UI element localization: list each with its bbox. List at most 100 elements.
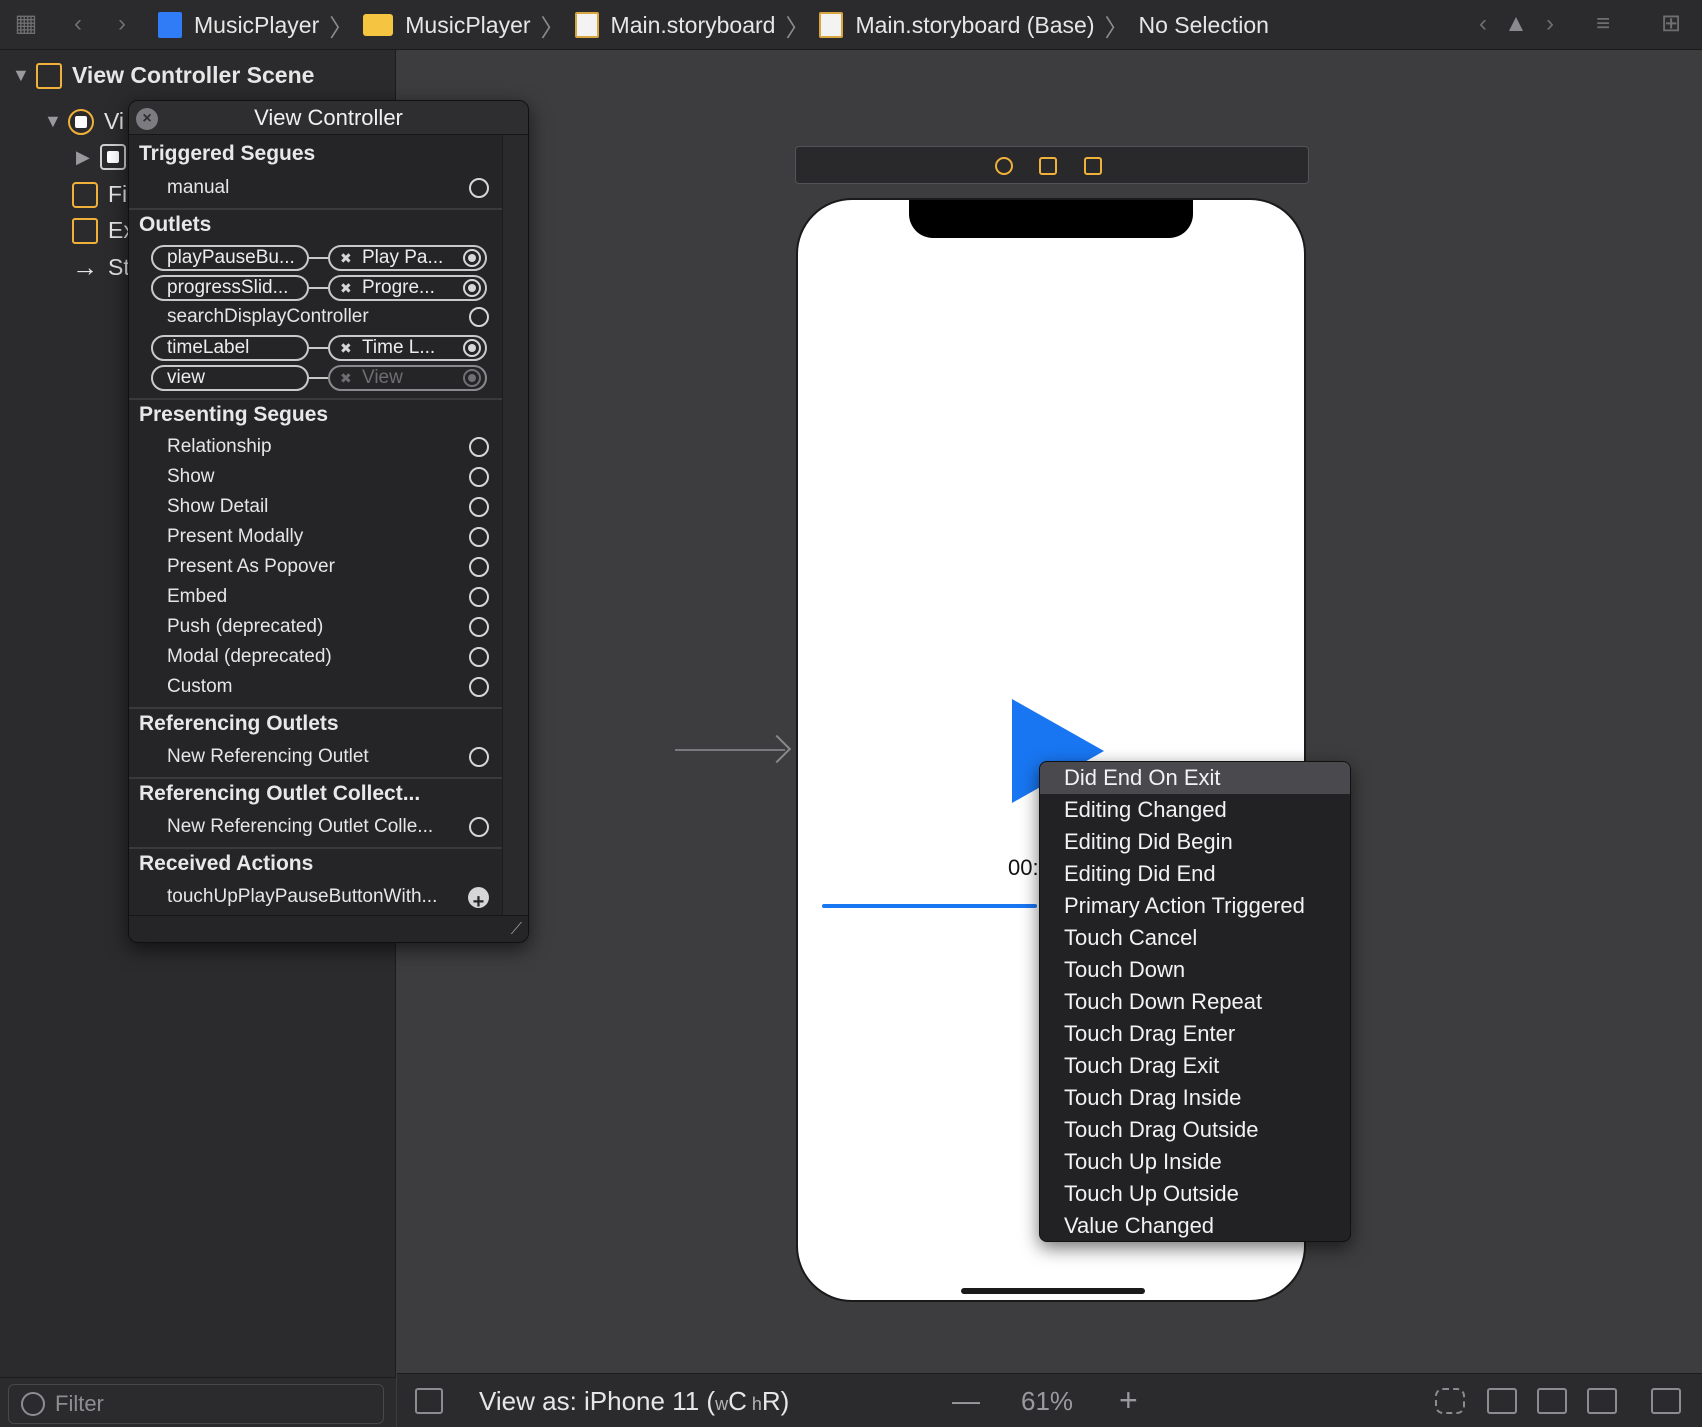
- outline-entry-point-row[interactable]: → St: [72, 252, 130, 283]
- view-as-device-button[interactable]: View as: iPhone 11 (wC hR): [479, 1386, 789, 1417]
- breadcrumb-item-storyboard[interactable]: Main.storyboard: [574, 12, 775, 39]
- outline-view-controller-row[interactable]: ▼ Vi: [44, 108, 124, 135]
- outline-scene-row[interactable]: ▼ View Controller Scene: [12, 62, 314, 89]
- toggle-outline-icon[interactable]: [415, 1388, 443, 1414]
- disconnect-x-icon[interactable]: ✖: [340, 277, 352, 299]
- disconnect-x-icon[interactable]: ✖: [340, 337, 352, 359]
- connection-circle-icon[interactable]: [469, 557, 489, 577]
- connected-circle-icon[interactable]: [463, 249, 481, 267]
- segue-row-push[interactable]: Push (deprecated): [167, 612, 497, 642]
- segue-row-show[interactable]: Show: [167, 462, 497, 492]
- first-responder-icon[interactable]: [1039, 157, 1057, 175]
- segue-row-relationship[interactable]: Relationship: [167, 432, 497, 462]
- resize-grip-icon[interactable]: ⟋: [504, 921, 522, 939]
- event-menu-item[interactable]: Touch Drag Outside: [1040, 1114, 1350, 1146]
- new-referencing-outlet-row[interactable]: New Referencing Outlet: [167, 742, 497, 772]
- connection-circle-icon[interactable]: [469, 307, 489, 327]
- zoom-level[interactable]: 61%: [1021, 1386, 1073, 1417]
- related-items-grid-icon[interactable]: ▦: [12, 10, 40, 38]
- outlet-source-pill[interactable]: progressSlid...: [151, 275, 309, 301]
- connection-circle-icon[interactable]: [469, 817, 489, 837]
- connection-circle-icon[interactable]: [469, 497, 489, 517]
- event-menu-item[interactable]: Primary Action Triggered: [1040, 890, 1350, 922]
- add-editor-icon[interactable]: ⊞: [1655, 10, 1687, 38]
- segue-row-show-detail[interactable]: Show Detail: [167, 492, 497, 522]
- breadcrumb-item-storyboard-base[interactable]: Main.storyboard (Base): [819, 12, 1095, 39]
- connection-circle-icon[interactable]: [469, 747, 489, 767]
- previous-issue-chevron-icon[interactable]: ‹: [1472, 10, 1494, 38]
- scene-dock[interactable]: [795, 146, 1309, 184]
- connection-circle-icon[interactable]: [469, 178, 489, 198]
- event-menu-item[interactable]: Value Changed: [1040, 1210, 1350, 1241]
- connection-circle-icon[interactable]: [469, 647, 489, 667]
- exit-icon[interactable]: [1084, 157, 1102, 175]
- next-issue-chevron-icon[interactable]: ›: [1539, 10, 1561, 38]
- segue-row-custom[interactable]: Custom: [167, 672, 497, 702]
- connection-circle-icon[interactable]: [469, 677, 489, 697]
- time-label[interactable]: 00:: [1008, 855, 1039, 881]
- received-action-row[interactable]: touchUpPlayPauseButtonWith... +: [167, 882, 497, 913]
- connection-circle-icon[interactable]: [469, 587, 489, 607]
- event-menu-item[interactable]: Editing Changed: [1040, 794, 1350, 826]
- close-icon[interactable]: ×: [136, 108, 158, 130]
- outlet-target-pill[interactable]: ✖ Time L...: [328, 335, 487, 361]
- disconnect-x-icon[interactable]: ✖: [340, 247, 352, 269]
- outlet-row-search-display[interactable]: searchDisplayController: [167, 302, 497, 332]
- disclosure-triangle-down-icon[interactable]: ▼: [12, 65, 36, 86]
- embed-in-icon[interactable]: [1651, 1388, 1681, 1414]
- event-menu-item[interactable]: Touch Drag Inside: [1040, 1082, 1350, 1114]
- connection-circle-icon[interactable]: [469, 617, 489, 637]
- segue-row-present-as-popover[interactable]: Present As Popover: [167, 552, 497, 582]
- outlet-source-pill[interactable]: view: [151, 365, 309, 391]
- segue-row-embed[interactable]: Embed: [167, 582, 497, 612]
- breadcrumb-item-folder[interactable]: MusicPlayer: [363, 12, 531, 39]
- outlet-target-pill[interactable]: ✖ Progre...: [328, 275, 487, 301]
- outline-view-row[interactable]: ▶: [76, 144, 136, 170]
- segue-row-modal[interactable]: Modal (deprecated): [167, 642, 497, 672]
- outlet-row-progress[interactable]: progressSlid... ✖ Progre...: [151, 275, 497, 301]
- breadcrumb-item-project[interactable]: MusicPlayer: [158, 12, 319, 39]
- event-menu-item[interactable]: Touch Down: [1040, 954, 1350, 986]
- outlet-source-pill[interactable]: playPauseBu...: [151, 245, 309, 271]
- progress-slider[interactable]: [822, 904, 1037, 908]
- outlet-row-timelabel[interactable]: timeLabel ✖ Time L...: [151, 335, 497, 361]
- event-menu-item[interactable]: Touch Up Inside: [1040, 1146, 1350, 1178]
- event-menu-item[interactable]: Touch Drag Exit: [1040, 1050, 1350, 1082]
- event-menu-item[interactable]: Touch Up Outside: [1040, 1178, 1350, 1210]
- new-referencing-outlet-collection-row[interactable]: New Referencing Outlet Colle...: [167, 812, 497, 842]
- filter-input[interactable]: Filter: [8, 1384, 384, 1424]
- event-menu-item[interactable]: Editing Did Begin: [1040, 826, 1350, 858]
- event-menu-item-selected[interactable]: Did End On Exit: [1040, 762, 1350, 794]
- align-icon[interactable]: [1487, 1388, 1517, 1414]
- event-menu-item[interactable]: Touch Cancel: [1040, 922, 1350, 954]
- outline-first-responder-row[interactable]: Fi: [72, 181, 127, 208]
- triggered-segue-row[interactable]: manual: [167, 173, 497, 203]
- connections-scrollbar[interactable]: [502, 135, 528, 915]
- outlet-source-pill[interactable]: timeLabel: [151, 335, 309, 361]
- warning-icon[interactable]: ▲: [1501, 10, 1531, 38]
- event-menu-item[interactable]: Editing Did End: [1040, 858, 1350, 890]
- storyboard-entry-arrow[interactable]: [675, 749, 785, 751]
- connection-circle-icon[interactable]: [469, 527, 489, 547]
- add-connection-plus-icon[interactable]: +: [468, 887, 489, 913]
- document-outline-lines-icon[interactable]: ≡: [1583, 10, 1623, 38]
- add-constraints-icon[interactable]: [1537, 1388, 1567, 1414]
- back-chevron-icon[interactable]: ‹: [66, 10, 90, 38]
- outlet-target-pill[interactable]: ✖ Play Pa...: [328, 245, 487, 271]
- connected-circle-icon[interactable]: [463, 339, 481, 357]
- breadcrumb-item-selection[interactable]: No Selection: [1139, 12, 1269, 39]
- connected-circle-icon[interactable]: [463, 279, 481, 297]
- resolve-auto-layout-icon[interactable]: [1587, 1388, 1617, 1414]
- zoom-in-button[interactable]: +: [1119, 1382, 1138, 1419]
- disclosure-triangle-down-icon[interactable]: ▼: [44, 111, 68, 132]
- connection-circle-icon[interactable]: [469, 437, 489, 457]
- update-frames-icon[interactable]: [1435, 1388, 1465, 1414]
- forward-chevron-icon[interactable]: ›: [110, 10, 134, 38]
- outlet-row-playpause[interactable]: playPauseBu... ✖ Play Pa...: [151, 245, 497, 271]
- segue-row-present-modally[interactable]: Present Modally: [167, 522, 497, 552]
- event-menu-item[interactable]: Touch Drag Enter: [1040, 1018, 1350, 1050]
- outlet-row-view[interactable]: view ✖ View: [151, 365, 497, 391]
- connection-circle-icon[interactable]: [469, 467, 489, 487]
- view-controller-icon[interactable]: [995, 157, 1013, 175]
- zoom-out-button[interactable]: —: [952, 1385, 980, 1417]
